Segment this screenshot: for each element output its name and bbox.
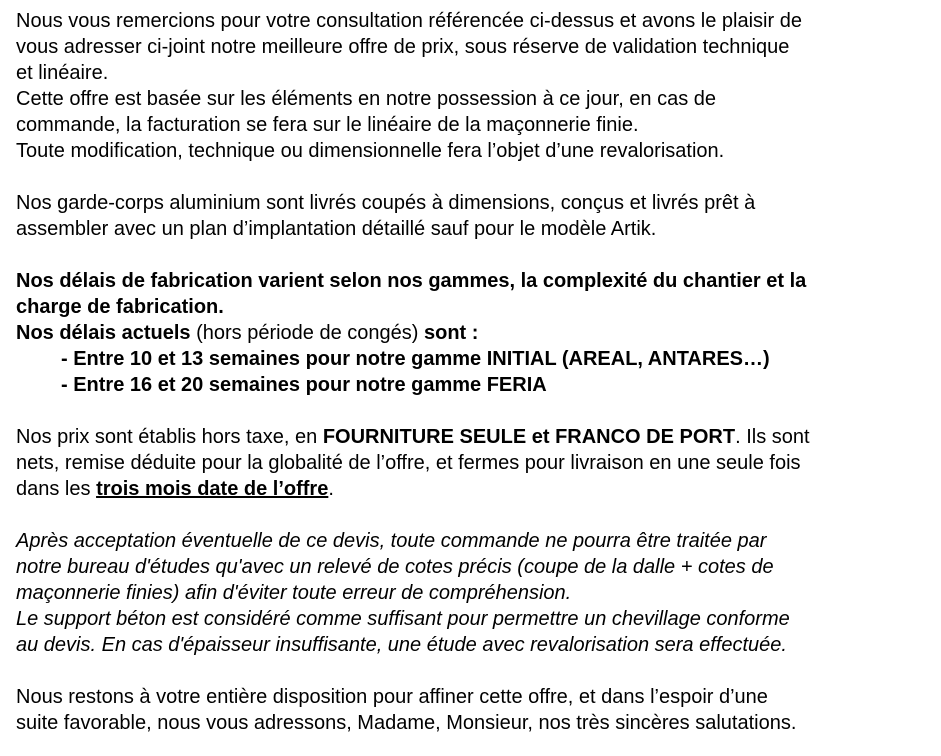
text-line: vous adresser ci-joint notre meilleure o… <box>16 36 790 58</box>
paragraph-garde-corps: Nos garde-corps aluminium sont livrés co… <box>16 190 931 242</box>
bold-text: FOURNITURE SEULE et FRANCO DE PORT <box>322 426 736 448</box>
text-line: et linéaire. <box>16 62 109 84</box>
text-line: dans les trois mois date de l’offre. <box>16 476 931 502</box>
bold-text: Nos délais actuels <box>16 322 191 344</box>
text-line: Nos prix sont établis hors taxe, en FOUR… <box>16 424 931 450</box>
list-item: - Entre 10 et 13 semaines pour notre gam… <box>61 348 770 370</box>
text-line: Le support béton est considéré comme suf… <box>16 608 790 630</box>
normal-text: . <box>328 478 334 500</box>
normal-text: . Ils sont <box>735 426 810 448</box>
text-line: notre bureau d'études qu'avec un relevé … <box>16 556 774 578</box>
text-line: commande, la facturation se fera sur le … <box>16 114 639 136</box>
list-item: - Entre 16 et 20 semaines pour notre gam… <box>61 374 547 396</box>
bold-text: sont : <box>424 322 479 344</box>
text-line: au devis. En cas d'épaisseur insuffisant… <box>16 634 787 656</box>
normal-text: dans les <box>16 478 97 500</box>
document-body: Nous vous remercions pour votre consulta… <box>16 8 931 736</box>
text-line: Nous restons à votre entière disposition… <box>16 686 768 708</box>
text-line: maçonnerie finies) afin d'éviter toute e… <box>16 582 572 604</box>
text-line: Cette offre est basée sur les éléments e… <box>16 88 717 110</box>
text-line: Après acceptation éventuelle de ce devis… <box>16 530 767 552</box>
paragraph-intro: Nous vous remercions pour votre consulta… <box>16 8 931 164</box>
text-line: nets, remise déduite pour la globalité d… <box>16 452 801 474</box>
paragraph-delais: Nos délais de fabrication varient selon … <box>16 268 931 398</box>
paragraph-closing: Nous restons à votre entière disposition… <box>16 684 931 736</box>
text-line: Toute modification, technique ou dimensi… <box>16 140 725 162</box>
paragraph-conditions: Après acceptation éventuelle de ce devis… <box>16 528 931 658</box>
paragraph-prix: Nos prix sont établis hors taxe, en FOUR… <box>16 424 931 502</box>
bold-underlined-text: trois mois date de l’offre <box>96 478 329 500</box>
text-line: suite favorable, nous vous adressons, Ma… <box>16 712 797 734</box>
text-line: Nous vous remercions pour votre consulta… <box>16 10 802 32</box>
text-line: Nos délais de fabrication varient selon … <box>16 270 807 292</box>
text-line: Nos garde-corps aluminium sont livrés co… <box>16 192 756 214</box>
text-line: assembler avec un plan d’implantation dé… <box>16 218 657 240</box>
text-line: charge de fabrication. <box>16 296 224 318</box>
normal-text: (hors période de congés) <box>190 322 424 344</box>
normal-text: Nos prix sont établis hors taxe, en <box>16 426 323 448</box>
text-line: Nos délais actuels (hors période de cong… <box>16 320 931 346</box>
